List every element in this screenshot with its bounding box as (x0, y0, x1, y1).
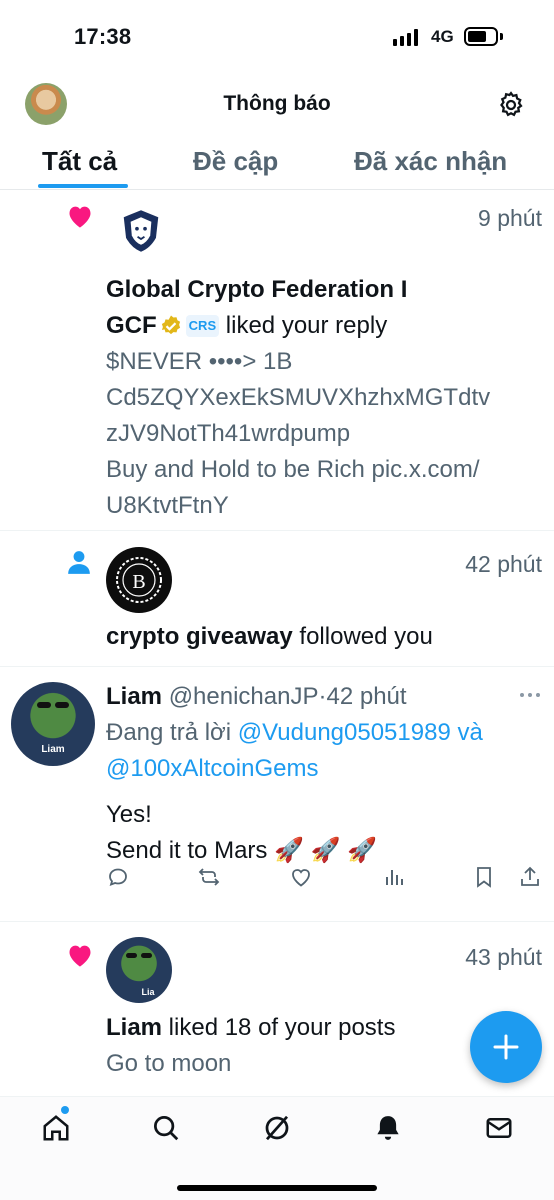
action-text: liked your reply (219, 312, 388, 339)
share-icon[interactable] (518, 865, 542, 889)
liam-avatar[interactable]: Liam (11, 682, 95, 766)
reply-and-text: và (450, 719, 483, 746)
reply-content-line2: Cd5ZQYXexEkSMUVXhzhxMGTdtv (106, 384, 491, 411)
home-indicator (177, 1185, 377, 1191)
views-icon[interactable] (382, 865, 406, 889)
notification-time: 43 phút (465, 944, 542, 970)
reply-content-line5: U8KtvtFtnY (106, 492, 229, 519)
search-icon[interactable] (151, 1113, 181, 1143)
mention-link-2[interactable]: @100xAltcoinGems (106, 751, 318, 787)
replying-prefix: Đang trả lời (106, 719, 238, 746)
notification-reply-post[interactable]: Liam Liam @henichanJP·42 phút Đang trả l… (0, 667, 554, 922)
settings-gear-icon[interactable] (496, 90, 526, 120)
tab-mentions[interactable]: Đề cập (193, 146, 278, 177)
reply-content-line4: Buy and Hold to be Rich pic.x.com/ (106, 456, 480, 483)
top-header: Thông báo (0, 78, 554, 134)
avatar-label: Liam (41, 744, 64, 755)
verified-gold-badge-icon (161, 315, 180, 335)
status-time: 17:38 (74, 24, 132, 49)
heart-icon (69, 945, 91, 967)
reply-content-line1: $NEVER ••••> 1B (106, 348, 293, 375)
author-handle[interactable]: @henichanJP (169, 683, 319, 710)
account-name-line1[interactable]: Global Crypto Federation I (106, 272, 407, 308)
tab-all[interactable]: Tất cả (42, 146, 117, 177)
crypto-giveaway-avatar[interactable]: B (106, 547, 172, 613)
liked-post-content: Go to moon (106, 1050, 232, 1077)
avatar-label: Lia (141, 987, 155, 997)
more-options-icon[interactable] (518, 691, 542, 699)
notifications-bell-icon[interactable] (373, 1113, 403, 1143)
signal-icon (393, 29, 418, 46)
tab-verified[interactable]: Đã xác nhận (354, 146, 507, 177)
plus-icon (493, 1034, 519, 1060)
battery-icon (464, 27, 498, 46)
account-name-line2: GCF CRS liked your reply (106, 308, 387, 344)
replying-to-line1: Đang trả lời @Vudung05051989 và (106, 715, 483, 751)
notification-likes[interactable]: Lia 43 phút Liam liked 18 of your posts … (0, 922, 554, 1096)
grok-icon[interactable] (262, 1113, 292, 1143)
heart-icon (69, 206, 91, 228)
messages-mail-icon[interactable] (484, 1113, 514, 1143)
home-notification-dot (61, 1106, 69, 1114)
follow-text: crypto giveaway followed you (106, 619, 433, 655)
author-name[interactable]: Liam (106, 683, 162, 710)
notification-like-reply[interactable]: 9 phút Global Crypto Federation I GCF CR… (0, 191, 554, 531)
network-label: 4G (431, 27, 454, 46)
bookmark-icon[interactable] (472, 865, 496, 889)
like-icon[interactable] (289, 865, 313, 889)
active-tab-indicator (38, 184, 128, 188)
account-name-short[interactable]: GCF (106, 308, 157, 344)
home-icon[interactable] (41, 1113, 71, 1143)
pepe-frog-image: Lia (126, 953, 155, 997)
notification-follow[interactable]: B 42 phút crypto giveaway followed you (0, 531, 554, 667)
post-actions (106, 865, 546, 895)
notification-time: 42 phút (465, 551, 542, 577)
pepe-frog-image: Liam (37, 702, 69, 755)
notification-time: 9 phút (478, 205, 542, 231)
reply-icon[interactable] (106, 865, 130, 889)
repost-icon[interactable] (197, 865, 221, 889)
notification-tabs: Tất cả Đề cập Đã xác nhận (0, 138, 554, 190)
bottom-navigation (0, 1096, 554, 1200)
action-text: followed you (292, 623, 433, 650)
liam-avatar[interactable]: Lia (106, 937, 172, 1003)
account-name[interactable]: Liam (106, 1014, 162, 1041)
page-title: Thông báo (223, 92, 331, 115)
mention-link[interactable]: @Vudung05051989 (238, 719, 451, 746)
compose-button[interactable] (470, 1011, 542, 1083)
post-text-line1: Yes! (106, 801, 152, 828)
post-time: 42 phút (326, 683, 407, 710)
account-name[interactable]: crypto giveaway (106, 623, 293, 650)
person-icon (68, 551, 90, 574)
b-coin-logo: B (116, 557, 162, 603)
likes-text: Liam liked 18 of your posts (106, 1010, 395, 1046)
status-bar: 17:38 4G (0, 0, 554, 72)
action-text: liked 18 of your posts (162, 1014, 396, 1041)
reply-content-line3: zJV9NotTh41wrdpump (106, 420, 351, 447)
gcf-lion-avatar[interactable] (118, 208, 164, 254)
affiliate-badge: CRS (185, 315, 220, 337)
post-text-line2: Send it to Mars 🚀 🚀 🚀 (106, 837, 378, 864)
svg-text:B: B (132, 571, 145, 593)
battery-tip (500, 33, 503, 40)
post-header: Liam @henichanJP·42 phút (106, 679, 407, 715)
